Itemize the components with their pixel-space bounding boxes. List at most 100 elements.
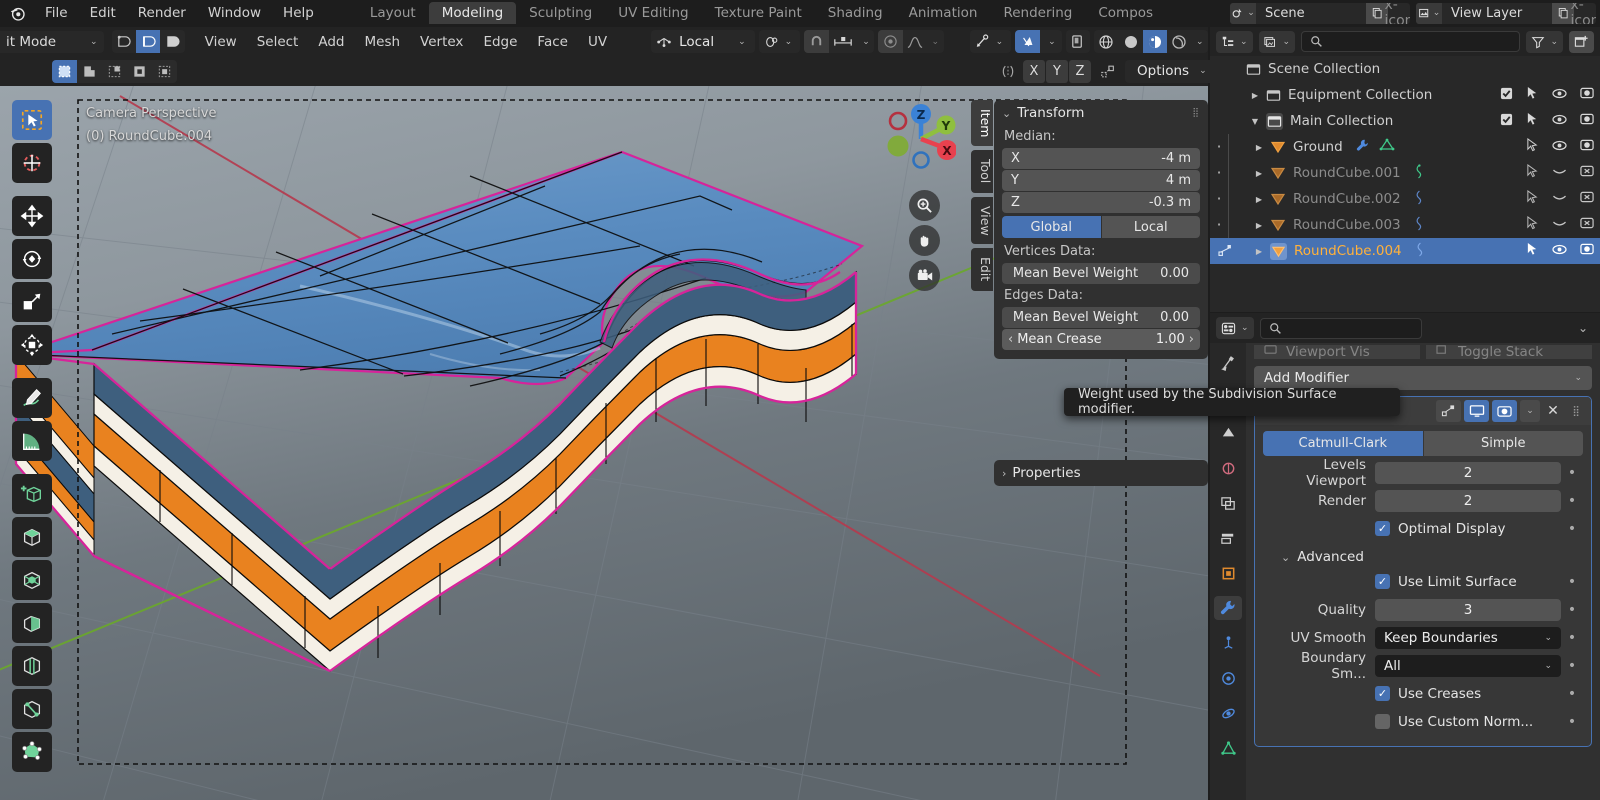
select-arrow-icon[interactable]: [1526, 112, 1539, 130]
realtime-display-toggle[interactable]: [1464, 400, 1489, 422]
mean-crease-field[interactable]: ‹ Mean Crease 1.00 ›: [1002, 329, 1200, 350]
menu-file[interactable]: File: [34, 2, 79, 24]
outliner-display-mode-button[interactable]: ⌄: [1216, 30, 1253, 53]
eye-open-icon[interactable]: [1552, 113, 1567, 130]
menu-help[interactable]: Help: [272, 2, 325, 24]
workspace-tab-layout[interactable]: Layout: [357, 2, 429, 24]
properties-tab-physics[interactable]: [1214, 666, 1242, 690]
select-subtract-button[interactable]: [102, 60, 127, 83]
delete-modifier-button[interactable]: ✕: [1543, 400, 1563, 422]
view-layer-icon[interactable]: ⌄: [1416, 2, 1442, 24]
levels-viewport-value[interactable]: 2: [1375, 461, 1561, 484]
outliner-row-main-collection[interactable]: ▼ Main Collection: [1210, 108, 1600, 134]
outliner-row-roundcube-004[interactable]: ▶ RoundCube.004: [1210, 238, 1600, 264]
outliner-row-roundcube-001[interactable]: · ▶ RoundCube.001: [1210, 160, 1600, 186]
animate-property-dot[interactable]: •: [1561, 630, 1583, 646]
viewport-menu-face[interactable]: Face: [527, 31, 578, 53]
workspace-tab-uv-editing[interactable]: UV Editing: [605, 2, 701, 24]
animate-property-dot[interactable]: •: [1561, 686, 1583, 702]
animate-property-dot[interactable]: •: [1561, 714, 1583, 730]
quality-value[interactable]: 3: [1375, 598, 1561, 621]
properties-search-input[interactable]: [1259, 317, 1422, 339]
xray-toggle[interactable]: [1065, 30, 1091, 53]
use-custom-normals-checkbox[interactable]: [1375, 714, 1390, 729]
navigation-gizmo[interactable]: Z Y X: [872, 100, 957, 184]
properties-tab-constraints[interactable]: [1214, 701, 1242, 725]
modifier-extras-menu-button[interactable]: ⌄: [1520, 400, 1540, 422]
mesh-curve-icon[interactable]: [1413, 190, 1424, 209]
select-arrow-icon[interactable]: [1526, 86, 1539, 104]
vertex-select-mode-button[interactable]: [112, 30, 136, 53]
outliner-row-scene-collection[interactable]: Scene Collection: [1210, 56, 1600, 82]
view-layer-name[interactable]: View Layer: [1442, 2, 1552, 24]
outliner-row-roundcube-002[interactable]: · ▶ RoundCube.002: [1210, 186, 1600, 212]
transform-orientation-selector[interactable]: Local ⌄: [651, 30, 755, 53]
tool-knife[interactable]: [12, 689, 52, 729]
mean-crease-increment[interactable]: ›: [1189, 332, 1194, 347]
face-select-mode-button[interactable]: [160, 30, 184, 53]
tool-scale[interactable]: [12, 282, 52, 322]
snap-magnet-icon[interactable]: [804, 30, 829, 53]
tool-poly-build[interactable]: [12, 732, 52, 772]
properties-editor-type-button[interactable]: ⌄: [1216, 317, 1254, 339]
tool-extrude-region[interactable]: [12, 517, 52, 557]
boundary-smooth-dropdown[interactable]: All ⌄: [1375, 654, 1561, 677]
eye-open-icon[interactable]: [1552, 87, 1567, 104]
properties-tab-modifier[interactable]: [1214, 596, 1242, 620]
workspace-tab-shading[interactable]: Shading: [815, 2, 896, 24]
properties-tab-data[interactable]: [1214, 736, 1242, 760]
chevron-down-icon[interactable]: ⌄: [996, 37, 1004, 47]
uv-smooth-dropdown[interactable]: Keep Boundaries ⌄: [1375, 626, 1561, 649]
viewport-menu-view[interactable]: View: [195, 31, 247, 53]
outliner-filter-button[interactable]: ⌄: [1526, 30, 1563, 53]
properties-options-chevron-icon[interactable]: ⌄: [1578, 321, 1594, 335]
tool-bevel[interactable]: [12, 603, 52, 643]
camera-off-icon[interactable]: [1580, 216, 1594, 234]
mesh-curve-icon[interactable]: [1413, 163, 1424, 183]
falloff-curve-icon[interactable]: [903, 30, 927, 53]
properties-tab-particles[interactable]: [1214, 631, 1242, 655]
animate-property-dot[interactable]: •: [1561, 465, 1583, 481]
transform-panel-header[interactable]: ⌄ Transform ⣿: [994, 100, 1208, 126]
pan-navigate-button[interactable]: [909, 225, 940, 256]
tool-cursor[interactable]: [12, 143, 52, 183]
chevron-down-icon[interactable]: ⌄: [1191, 30, 1208, 53]
rendered-shading-button[interactable]: [1167, 30, 1191, 53]
drag-modifier-handle[interactable]: ⣿: [1566, 400, 1586, 422]
use-limit-surface-checkbox[interactable]: ✓: [1375, 574, 1390, 589]
expand-triangle-icon[interactable]: ▶: [1252, 169, 1266, 178]
catmull-clark-button[interactable]: Catmull-Clark: [1263, 431, 1423, 456]
edit-mode-display-toggle[interactable]: [1436, 400, 1461, 422]
gizmo-icon[interactable]: [975, 34, 991, 49]
solid-shading-button[interactable]: [1118, 30, 1142, 53]
select-invert-button[interactable]: [127, 60, 152, 83]
viewport-menu-select[interactable]: Select: [247, 31, 309, 53]
camera-off-icon[interactable]: [1580, 190, 1594, 208]
camera-on-icon[interactable]: [1580, 86, 1594, 104]
select-intersect-button[interactable]: [152, 60, 177, 83]
median-z-field[interactable]: Z -0.3 m: [1002, 192, 1200, 213]
eye-open-icon[interactable]: [1552, 243, 1567, 260]
n-tab-item[interactable]: Item: [971, 100, 993, 147]
blender-logo-icon[interactable]: [0, 0, 34, 26]
advanced-section-header[interactable]: ⌄ Advanced: [1281, 549, 1583, 565]
camera-view-button[interactable]: [909, 260, 940, 291]
chevron-down-icon[interactable]: ⌄: [858, 30, 875, 53]
render-display-toggle[interactable]: [1492, 400, 1517, 422]
chevron-down-icon[interactable]: ⌄: [927, 30, 944, 53]
eye-closed-icon[interactable]: [1552, 165, 1567, 182]
tool-measure[interactable]: [12, 421, 52, 461]
mesh-curve-icon[interactable]: [1414, 242, 1425, 261]
global-space-button[interactable]: Global: [1002, 216, 1101, 238]
eye-closed-icon[interactable]: [1552, 217, 1567, 234]
snap-increment-icon[interactable]: [829, 30, 858, 53]
tool-move[interactable]: [12, 196, 52, 236]
remove-view-layer-button[interactable]: x-icon: [1570, 3, 1596, 24]
mesh-curve-icon[interactable]: [1413, 216, 1424, 235]
tool-loop-cut[interactable]: [12, 646, 52, 686]
median-x-field[interactable]: X -4 m: [1002, 148, 1200, 169]
modifier-wrench-icon[interactable]: [1355, 138, 1370, 157]
outliner-search-input[interactable]: [1301, 31, 1521, 52]
expand-triangle-icon[interactable]: ▶: [1252, 143, 1266, 152]
workspace-tab-texture-paint[interactable]: Texture Paint: [702, 2, 815, 24]
